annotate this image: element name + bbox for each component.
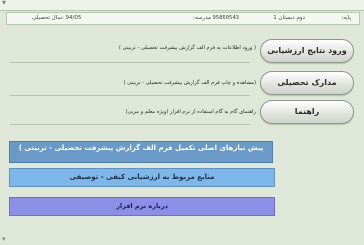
divider bbox=[10, 124, 250, 125]
enter-results-button[interactable]: ورود نتایج ارزشیابی bbox=[260, 39, 354, 63]
info-strip: 94/05 :سال تحصیلی مدرسه: 95860543 دوم دب… bbox=[6, 12, 360, 25]
grade-label: پایه: bbox=[341, 15, 351, 21]
guide-button[interactable]: راهنما bbox=[260, 100, 354, 124]
prerequisites-button[interactable]: پیش نیازهای اصلی تکمیل فرم الف گزارش پیش… bbox=[9, 141, 273, 163]
resources-button[interactable]: منابع مربوط به ارزشیابی کیفی - توصیفی bbox=[9, 168, 275, 187]
enter-results-description: ( ورود اطلاعات به فرم الف گزارش پیشرفت ت… bbox=[118, 45, 256, 51]
school-label: مدرسه: bbox=[193, 15, 211, 21]
guide-description: راهنمای گام به گام استفاده از نرم افزار … bbox=[125, 109, 257, 115]
top-bar: ▾ bbox=[0, 0, 364, 11]
divider bbox=[10, 62, 250, 63]
school-code: 95860543 bbox=[212, 15, 240, 21]
documents-button[interactable]: مدارک تحصیلی bbox=[260, 71, 354, 95]
about-button[interactable]: درباره نرم افزار bbox=[9, 197, 275, 216]
divider bbox=[10, 95, 250, 96]
main-window: ▾ 94/05 :سال تحصیلی مدرسه: 95860543 دوم … bbox=[0, 0, 364, 245]
chevron-icon[interactable]: ▾ bbox=[2, 235, 6, 243]
grade-value: دوم دبستان 1 bbox=[273, 15, 305, 21]
documents-description: (مشاهده و چاپ فرم الف گزارش پیشرفت تحصیل… bbox=[123, 80, 256, 86]
chevron-icon[interactable]: ▾ bbox=[2, 0, 6, 7]
academic-year-text: 94/05 :سال تحصیلی bbox=[32, 15, 82, 21]
